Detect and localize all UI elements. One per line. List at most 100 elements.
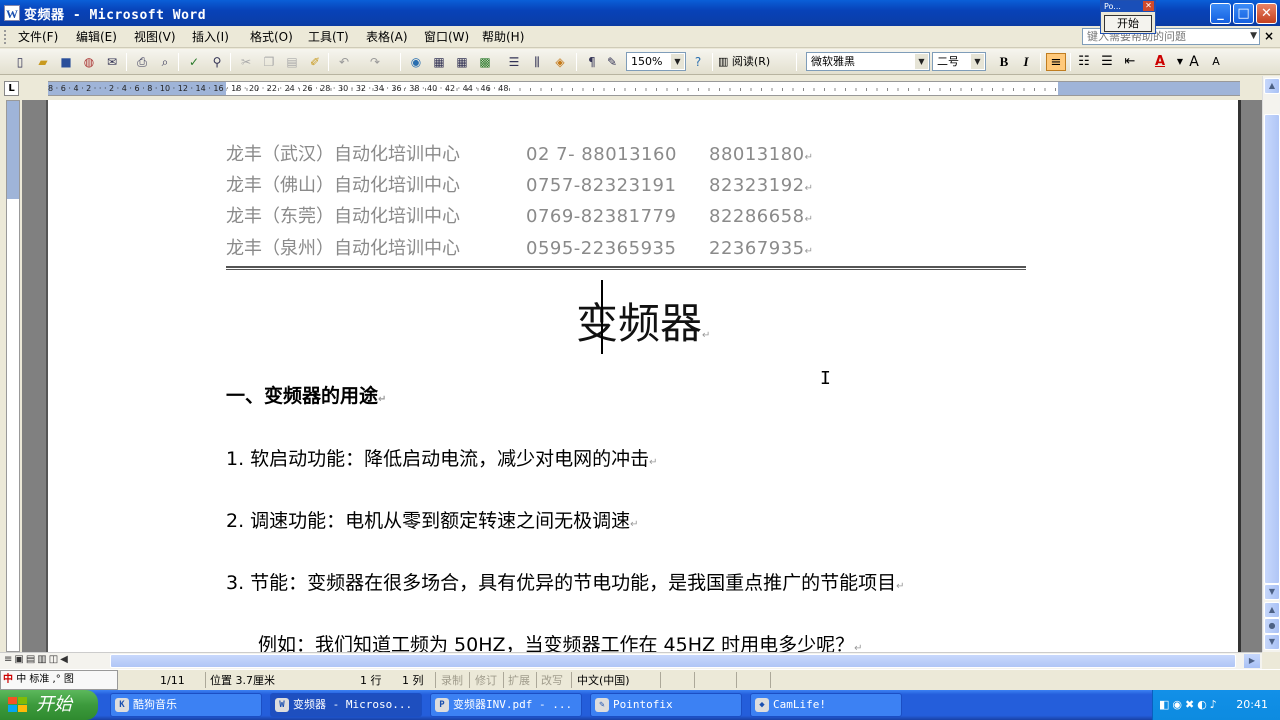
menu-tools[interactable]: 工具(T): [308, 29, 349, 45]
permission-icon[interactable]: ◍: [81, 54, 97, 70]
email-icon[interactable]: ✉: [104, 54, 120, 70]
taskbar-item-pdf[interactable]: P 变频器INV.pdf - ...: [430, 693, 582, 717]
menu-window[interactable]: 窗口(W): [424, 29, 469, 45]
language-indicator[interactable]: 中文(中国): [577, 673, 630, 688]
italic-button[interactable]: I: [1016, 53, 1036, 71]
example-paragraph: 例如：我们知道工频为 50HZ，当变频器工作在 45HZ 时用电多少呢？↵: [258, 630, 862, 652]
font-color-button[interactable]: A: [1150, 53, 1170, 71]
header-phone: 82286658: [709, 206, 805, 227]
research-icon[interactable]: ⚲: [209, 54, 225, 70]
insert-table-icon[interactable]: ▦: [454, 54, 470, 70]
word-app-icon[interactable]: W: [4, 5, 20, 21]
vertical-ruler[interactable]: [6, 100, 20, 652]
menu-table[interactable]: 表格(A): [366, 29, 408, 45]
align-center-button[interactable]: ≡: [1046, 53, 1066, 71]
numbering-button[interactable]: ☷: [1074, 53, 1094, 71]
hyperlink-icon[interactable]: ◉: [408, 54, 424, 70]
select-browse-object-button[interactable]: ●: [1264, 618, 1280, 634]
decrease-indent-button[interactable]: ⇤: [1120, 53, 1140, 71]
vertical-scrollbar[interactable]: ▲ ▼ ▲ ● ▼: [1262, 76, 1280, 652]
previous-page-button[interactable]: ▲: [1264, 602, 1280, 618]
chevron-down-icon[interactable]: ▼: [915, 54, 928, 69]
copy-icon[interactable]: ❐: [261, 54, 277, 70]
bold-button[interactable]: B: [994, 53, 1014, 71]
view-buttons[interactable]: ≡▣▤▥◫◀: [4, 654, 70, 665]
menu-help[interactable]: 帮助(H): [482, 29, 524, 45]
zoom-value: 150%: [631, 55, 663, 68]
bullets-button[interactable]: ☰: [1097, 53, 1117, 71]
document-area[interactable]: 龙丰（武汉）自动化培训中心 02 7- 88013160 88013180↵ 龙丰（…: [22, 100, 1262, 652]
menu-file[interactable]: 文件(F): [18, 29, 58, 45]
scroll-right-button[interactable]: ▶: [1244, 654, 1260, 668]
track-changes-indicator[interactable]: 修订: [475, 673, 497, 688]
clock[interactable]: 20:41: [1236, 698, 1268, 711]
scroll-down-button[interactable]: ▼: [1264, 584, 1280, 600]
tray-icons[interactable]: ◧◉✖◐♪: [1159, 698, 1220, 711]
print-icon[interactable]: ⎙: [134, 54, 150, 70]
overtype-indicator[interactable]: 改写: [541, 673, 563, 688]
scroll-up-button[interactable]: ▲: [1264, 78, 1280, 94]
open-folder-icon[interactable]: ▰: [35, 54, 51, 70]
drawing-icon[interactable]: ⫼: [529, 54, 545, 70]
columns-icon[interactable]: ☰: [506, 54, 522, 70]
save-icon[interactable]: ■: [58, 54, 74, 70]
menu-view[interactable]: 视图(V): [134, 29, 176, 45]
taskbar-item-word[interactable]: W 变频器 - Microso...: [270, 693, 422, 717]
taskbar-item-pointofix[interactable]: ✎ Pointofix: [590, 693, 742, 717]
ruler-area: L 8 · 6 · 4 · 2 · · · 2 · 4 · 6 · 8 · 10…: [0, 76, 1280, 100]
chevron-down-icon[interactable]: ▼: [671, 54, 684, 69]
horizontal-ruler[interactable]: 8 · 6 · 4 · 2 · · · 2 · 4 · 6 · 8 · 10 ·…: [48, 81, 1240, 96]
ime-icon: 中: [3, 674, 13, 685]
document-map-icon[interactable]: ◈: [552, 54, 568, 70]
zoom-combo[interactable]: 150% ▼: [626, 52, 686, 71]
vertical-scroll-thumb[interactable]: [1264, 114, 1280, 584]
read-mode-button[interactable]: ▥ 阅读(R): [718, 53, 770, 70]
chevron-down-icon[interactable]: ▼: [1250, 29, 1257, 44]
tables-borders-icon[interactable]: ▦: [431, 54, 447, 70]
close-button[interactable]: ✕: [1256, 3, 1277, 24]
paragraph-mark: ↵: [804, 183, 814, 194]
ink-annotation-icon[interactable]: ✎: [604, 54, 620, 70]
menu-edit[interactable]: 编辑(E): [76, 29, 117, 45]
kugou-icon: K: [115, 698, 129, 712]
insert-excel-icon[interactable]: ▩: [477, 54, 493, 70]
font-size-combo[interactable]: 二号 ▼: [932, 52, 986, 71]
new-document-icon[interactable]: ▯: [12, 54, 28, 70]
menubar-grip[interactable]: [4, 30, 7, 44]
paste-icon[interactable]: ▤: [284, 54, 300, 70]
header-divider: [226, 266, 1026, 270]
taskbar-item-camlife[interactable]: ◆ CamLife!: [750, 693, 902, 717]
spelling-icon[interactable]: ✓: [186, 54, 202, 70]
document-page[interactable]: 龙丰（武汉）自动化培训中心 02 7- 88013160 88013180↵ 龙丰（…: [48, 100, 1238, 652]
start-button[interactable]: 开始: [0, 690, 98, 720]
extend-selection-indicator[interactable]: 扩展: [508, 673, 530, 688]
tab-selector[interactable]: L: [4, 81, 19, 96]
header-phone: 0595-22365935: [526, 238, 677, 259]
menu-insert[interactable]: 插入(I): [192, 29, 229, 45]
horizontal-scrollbar[interactable]: ≡▣▤▥◫◀ ▶: [0, 652, 1262, 669]
show-hide-icon[interactable]: ¶: [584, 54, 600, 70]
font-combo[interactable]: 微软雅黑 ▼: [806, 52, 930, 71]
horizontal-scroll-thumb[interactable]: [110, 654, 1236, 668]
pdf-icon: P: [435, 698, 449, 712]
shrink-font-button[interactable]: A: [1206, 53, 1226, 71]
camlife-icon: ◆: [755, 698, 769, 712]
document-close-button[interactable]: ×: [1264, 29, 1274, 43]
grow-font-button[interactable]: A: [1184, 53, 1204, 71]
menu-format[interactable]: 格式(O): [250, 29, 293, 45]
next-page-button[interactable]: ▼: [1264, 634, 1280, 650]
record-macro-indicator[interactable]: 录制: [441, 673, 463, 688]
redo-icon[interactable]: ↷: [367, 54, 383, 70]
ime-toolbar[interactable]: 中 中 标准 ,° 图: [0, 670, 118, 690]
popup-start-button[interactable]: 开始: [1104, 15, 1152, 32]
undo-icon[interactable]: ↶: [336, 54, 352, 70]
format-painter-icon[interactable]: ✐: [307, 54, 323, 70]
minimize-button[interactable]: _: [1210, 3, 1231, 24]
maximize-button[interactable]: □: [1233, 3, 1254, 24]
cut-icon[interactable]: ✂: [238, 54, 254, 70]
popup-close-button[interactable]: ✕: [1143, 1, 1154, 11]
chevron-down-icon[interactable]: ▼: [971, 54, 984, 69]
help-icon[interactable]: ?: [690, 54, 706, 70]
taskbar-item-kugou[interactable]: K 酷狗音乐: [110, 693, 262, 717]
print-preview-icon[interactable]: ⌕: [157, 54, 173, 70]
